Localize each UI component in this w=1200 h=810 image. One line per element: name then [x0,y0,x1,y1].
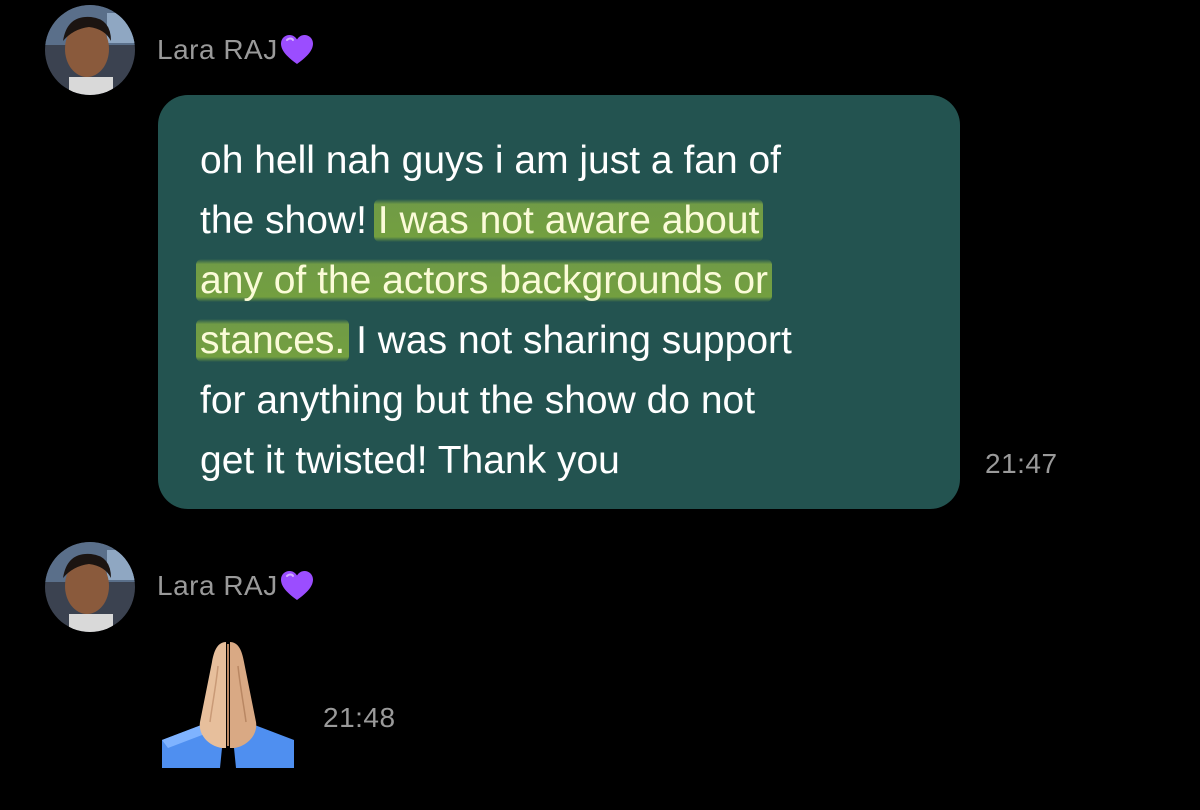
sender-name: Lara RAJ [157,570,314,602]
sender-name-text: Lara RAJ [157,570,278,601]
sender-name: Lara RAJ [157,34,314,66]
message-bubble[interactable]: oh hell nah guys i am just a fan of the … [158,95,960,509]
highlighted-text: any of the actors backgrounds or [196,259,772,302]
purple-heart-icon [280,34,314,66]
message-line: any of the actors backgrounds or [196,251,920,311]
message-text-segment: get it twisted! Thank you [200,439,620,482]
message-text-segment: the show! [200,199,378,242]
highlighted-text: stances. [196,319,350,362]
message-timestamp: 21:47 [985,448,1058,479]
message-line: the show! I was not aware about [200,191,920,251]
message-text-segment: for anything but the show do not [200,379,756,422]
message-text-segment: I was not sharing support [345,319,792,362]
highlighted-text: I was not aware about [373,199,764,242]
message-text-segment: oh hell nah guys i am just a fan of [200,139,782,182]
message-line: stances. I was not sharing support [196,311,920,371]
avatar[interactable] [45,5,135,95]
purple-heart-icon [280,570,314,602]
message-line: oh hell nah guys i am just a fan of [200,131,920,191]
message-line: for anything but the show do not [200,371,920,431]
avatar[interactable] [45,542,135,632]
folded-hands-icon[interactable] [160,636,296,768]
message-timestamp: 21:48 [323,702,396,733]
sender-name-text: Lara RAJ [157,34,278,65]
message-line: get it twisted! Thank you [200,431,920,491]
